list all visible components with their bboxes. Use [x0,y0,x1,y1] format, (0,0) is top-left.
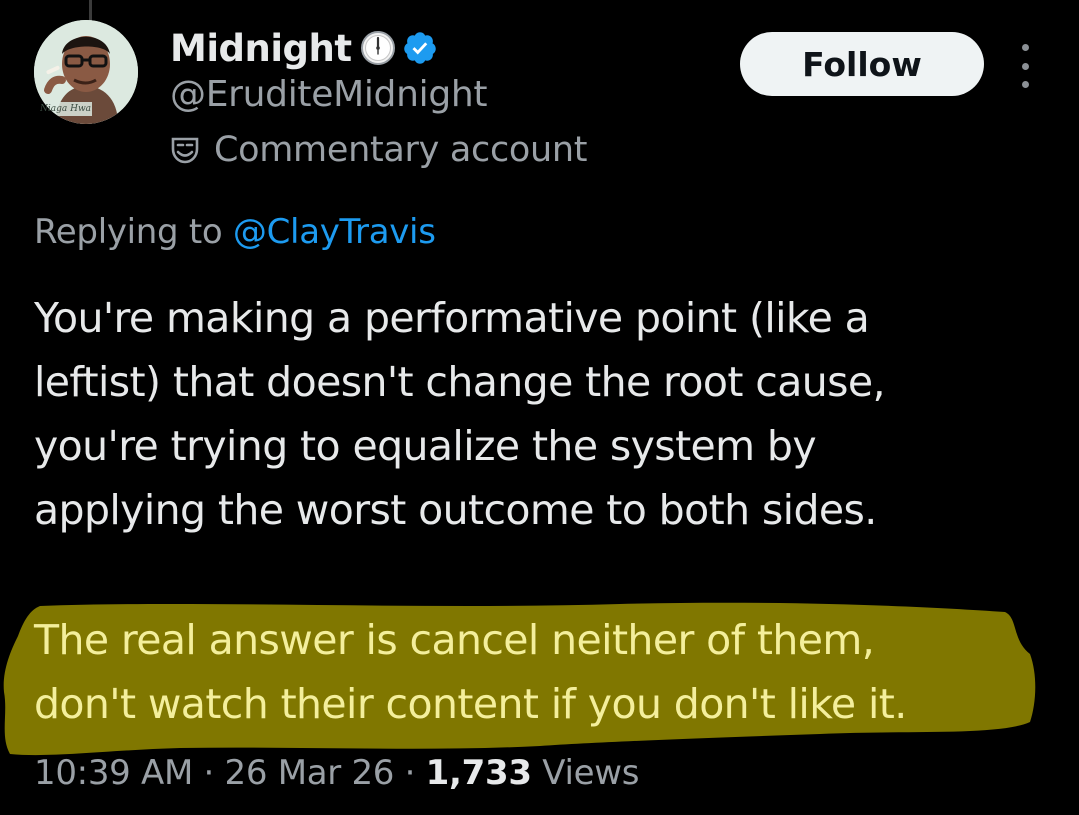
tweet-date[interactable]: 26 Mar 26 [225,753,395,793]
thread-connector-line [89,0,92,22]
replying-to-line: Replying to @ClayTravis [34,212,436,252]
author-name-row[interactable]: Midnight [170,22,438,74]
tweet-text-line: applying the worst outcome to both sides… [34,486,877,534]
account-label: Commentary account [170,130,588,170]
tweet-text-line: You're making a performative point (like… [34,294,870,342]
reply-prefix: Replying to [34,212,223,252]
meta-separator: · [404,753,416,793]
follow-button[interactable]: Follow [740,32,984,96]
highlighted-text-line: don't watch their content if you don't l… [34,680,907,728]
tweet-text-line: you're trying to equalize the system by [34,422,817,470]
more-vertical-icon[interactable] [1014,44,1036,88]
clock-emoji-icon [360,30,396,66]
display-name[interactable]: Midnight [170,27,352,70]
reply-mention-link[interactable]: @ClayTravis [233,212,436,252]
verified-badge-icon[interactable] [402,30,438,66]
more-dot [1021,44,1029,51]
more-dot [1021,81,1029,88]
tweet-text-line: leftist) that doesn't change the root ca… [34,358,886,406]
avatar-caption: Niaga Hwa [40,104,92,114]
tweet-body: You're making a performative point (like… [34,286,1054,542]
account-label-text: Commentary account [214,130,588,170]
views-count[interactable]: 1,733 [426,753,532,793]
tweet-metadata: 10:39 AM · 26 Mar 26 · 1,733 Views [34,753,639,793]
more-dot [1021,62,1029,70]
views-label: Views [542,753,640,793]
tweet-time[interactable]: 10:39 AM [34,753,193,793]
meta-separator: · [203,753,215,793]
author-handle[interactable]: @EruditeMidnight [170,74,488,115]
highlighted-tweet-body: The real answer is cancel neither of the… [34,608,1054,736]
highlighted-text-line: The real answer is cancel neither of the… [34,616,875,664]
theater-mask-icon [170,135,200,165]
